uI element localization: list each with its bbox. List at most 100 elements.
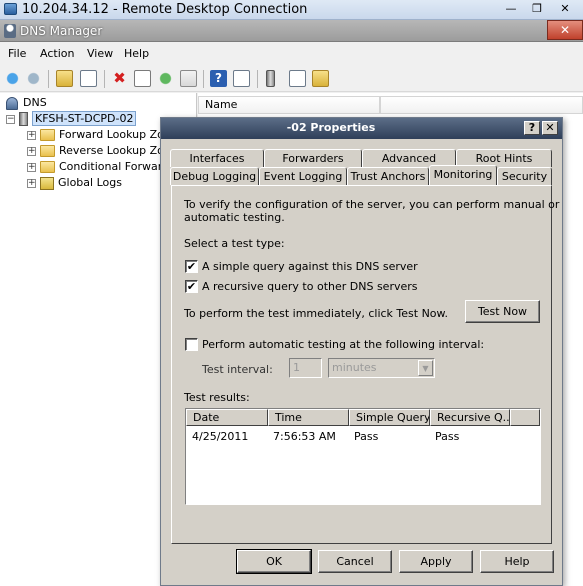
test-results-list[interactable]: Date Time Simple Query Recursive Q... 4/…	[185, 408, 541, 505]
result-time: 7:56:53 AM	[273, 430, 336, 443]
collapse-toggle[interactable]: −	[6, 114, 15, 124]
toolbar-separator	[104, 70, 105, 88]
tree-node-label: Conditional Forward	[59, 160, 170, 173]
column-header-simple-query[interactable]: Simple Query	[349, 409, 430, 426]
column-header-filler	[510, 409, 540, 426]
column-header-blank[interactable]	[380, 96, 583, 114]
interval-unit-value: minutes	[332, 361, 377, 374]
tree-node-dns[interactable]: DNS	[6, 95, 47, 111]
menu-action[interactable]: Action	[40, 47, 74, 60]
tree-node-label: DNS	[23, 96, 47, 109]
expand-toggle[interactable]: +	[27, 178, 36, 188]
simple-query-checkbox[interactable]: ✔	[185, 260, 198, 273]
chevron-down-icon: ▼	[418, 360, 433, 376]
tree-node-global-logs[interactable]: + Global Logs	[27, 175, 122, 191]
expand-toggle[interactable]: +	[27, 130, 36, 140]
window-close-button[interactable]: ✕	[547, 20, 583, 40]
rdp-restore-button[interactable]: ❒	[524, 2, 550, 17]
tab-forwarders[interactable]: Forwarders	[264, 149, 362, 167]
tree-node-reverse-lookup[interactable]: + Reverse Lookup Zon	[27, 143, 171, 159]
toolbar-separator	[203, 70, 204, 88]
toolbar-separator	[48, 70, 49, 88]
tree-node-label: Forward Lookup Zon	[59, 128, 171, 141]
rdp-minimize-button[interactable]: —	[498, 2, 524, 17]
tree-node-forward-lookup[interactable]: + Forward Lookup Zon	[27, 127, 171, 143]
tab-trust-anchors[interactable]: Trust Anchors	[347, 167, 429, 185]
show-hide-tree-icon[interactable]	[80, 70, 97, 87]
column-header-date[interactable]: Date	[186, 409, 268, 426]
dialog-close-button[interactable]: ✕	[542, 121, 558, 135]
dialog-title: -02 Properties	[286, 121, 376, 134]
rdp-window-title: 10.204.34.12 - Remote Desktop Connection	[22, 2, 308, 17]
intro-text-line-1: To verify the configuration of the serve…	[184, 198, 560, 211]
server-icon[interactable]	[266, 70, 275, 87]
column-header-name[interactable]: Name	[198, 96, 380, 114]
ok-button[interactable]: OK	[236, 549, 312, 574]
tree-node-server[interactable]: − KFSH-ST-DCPD-02	[6, 111, 137, 127]
toolbar: ✖ ?	[0, 66, 583, 92]
test-now-button[interactable]: Test Now	[465, 300, 540, 323]
folder-icon[interactable]	[312, 70, 329, 87]
folder-icon	[40, 145, 55, 157]
result-simple-query: Pass	[354, 430, 379, 443]
forward-arrow-icon[interactable]	[25, 70, 42, 87]
folder-icon	[40, 161, 55, 173]
dialog-title-bar: -02 Properties ? ✕	[161, 118, 562, 139]
delete-icon[interactable]: ✖	[111, 70, 128, 87]
menu-bar: File Action View Help	[0, 43, 583, 65]
tab-security[interactable]: Security	[497, 167, 552, 185]
refresh-icon[interactable]	[157, 70, 174, 87]
recursive-query-label: A recursive query to other DNS servers	[202, 280, 418, 293]
select-test-type-label: Select a test type:	[184, 237, 285, 250]
dns-manager-title-bar: DNS Manager ✕	[0, 20, 583, 42]
toolbar-separator	[257, 70, 258, 88]
recursive-query-checkbox[interactable]: ✔	[185, 280, 198, 293]
rdp-title-bar: 10.204.34.12 - Remote Desktop Connection…	[0, 0, 583, 20]
window-title: DNS Manager	[20, 24, 103, 38]
column-header-time[interactable]: Time	[268, 409, 349, 426]
test-results-label: Test results:	[184, 391, 250, 404]
dialog-help-button[interactable]: ?	[524, 121, 540, 135]
console-tree-icon[interactable]	[233, 70, 250, 87]
intro-text-line-2: automatic testing.	[184, 211, 285, 224]
result-date: 4/25/2011	[192, 430, 249, 443]
test-now-prompt: To perform the test immediately, click T…	[184, 307, 449, 320]
simple-query-label: A simple query against this DNS server	[202, 260, 418, 273]
help-button[interactable]: Help	[480, 550, 554, 573]
rdp-close-button[interactable]: ✕	[552, 2, 578, 17]
export-icon[interactable]	[180, 70, 197, 87]
test-interval-label: Test interval:	[202, 363, 273, 376]
tree-node-label: Global Logs	[58, 176, 122, 189]
remote-desktop-icon	[4, 3, 17, 15]
expand-toggle[interactable]: +	[27, 146, 36, 156]
test-interval-unit-select[interactable]: minutes ▼	[328, 358, 435, 378]
list-icon[interactable]	[289, 70, 306, 87]
menu-view[interactable]: View	[87, 47, 113, 60]
help-icon[interactable]: ?	[210, 70, 227, 87]
test-interval-input[interactable]: 1	[289, 358, 322, 378]
up-folder-icon[interactable]	[56, 70, 73, 87]
auto-test-checkbox[interactable]	[185, 338, 198, 351]
menu-help[interactable]: Help	[124, 47, 149, 60]
tab-interfaces[interactable]: Interfaces	[170, 149, 264, 167]
dns-icon	[6, 96, 18, 110]
result-recursive-query: Pass	[435, 430, 460, 443]
tab-monitoring[interactable]: Monitoring	[429, 165, 497, 185]
tab-debug-logging[interactable]: Debug Logging	[170, 167, 259, 185]
properties-icon[interactable]	[134, 70, 151, 87]
folder-icon	[40, 129, 55, 141]
menu-file[interactable]: File	[8, 47, 26, 60]
back-arrow-icon[interactable]	[4, 70, 21, 87]
apply-button[interactable]: Apply	[399, 550, 473, 573]
dns-manager-icon	[4, 24, 16, 38]
properties-dialog: -02 Properties ? ✕ Interfaces Forwarders…	[160, 117, 563, 586]
column-header-recursive-query[interactable]: Recursive Q...	[430, 409, 510, 426]
tree-node-conditional-forwarders[interactable]: + Conditional Forward	[27, 159, 169, 175]
server-icon	[19, 112, 28, 126]
tab-event-logging[interactable]: Event Logging	[259, 167, 347, 185]
cancel-button[interactable]: Cancel	[318, 550, 392, 573]
tree-node-label: KFSH-ST-DCPD-02	[32, 111, 137, 126]
tree-node-label: Reverse Lookup Zon	[59, 144, 171, 157]
expand-toggle[interactable]: +	[27, 162, 36, 172]
auto-test-label: Perform automatic testing at the followi…	[202, 338, 485, 351]
